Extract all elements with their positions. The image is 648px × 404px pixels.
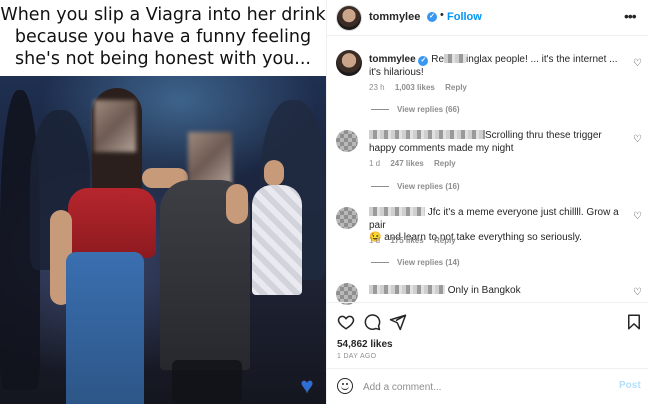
post-button[interactable]: Post — [619, 380, 641, 391]
blurred-face — [94, 100, 136, 152]
reply-button[interactable]: Reply — [445, 83, 467, 92]
censored-text — [444, 54, 467, 63]
reply-button[interactable]: Reply — [434, 159, 456, 168]
post-header: tommylee ✓ • Follow ••• — [327, 0, 648, 36]
heart-icon[interactable] — [337, 313, 355, 331]
add-comment-bar: Post — [327, 368, 648, 404]
separator-dot: • — [440, 9, 444, 21]
trousers — [172, 360, 242, 404]
comment-text: tommylee ✓ Re inglax people! ... it's the… — [369, 54, 619, 79]
comment-input[interactable] — [363, 378, 603, 396]
view-replies-button[interactable]: View replies (14) — [371, 258, 460, 267]
meme-line: because you have a funny feeling — [14, 27, 312, 47]
view-replies-button[interactable]: View replies (16) — [371, 182, 460, 191]
like-comment-heart-icon[interactable]: ♡ — [633, 58, 642, 69]
comment-text: Only in Bangkok — [369, 285, 619, 298]
heart-badge-icon: ♥ — [300, 373, 314, 398]
comment-time[interactable]: 1 d — [369, 236, 380, 245]
comment-body: Only in Bangkok — [447, 285, 521, 296]
censored-username — [369, 130, 485, 139]
more-options-icon[interactable]: ••• — [624, 8, 637, 24]
comment-username[interactable]: tommylee — [369, 54, 416, 65]
comment-time[interactable]: 23 h — [369, 83, 385, 92]
post-details-panel: tommylee ✓ • Follow ••• tommylee ✓ Re ing… — [326, 0, 648, 404]
blurred-face — [188, 132, 232, 184]
like-comment-heart-icon[interactable]: ♡ — [633, 287, 642, 298]
comment-meta: 23 h 1,003 likes Reply — [369, 83, 475, 92]
censored-username — [369, 285, 445, 294]
meme-line: she's not being honest with you... — [15, 49, 311, 69]
post-image[interactable]: When you slip a Viagra into her drink be… — [0, 0, 326, 404]
post-age[interactable]: 1 DAY AGO — [337, 353, 376, 360]
view-replies-button[interactable]: View replies (66) — [371, 105, 460, 114]
avatar[interactable] — [336, 5, 362, 31]
follow-button[interactable]: Follow — [447, 11, 482, 23]
meme-line: When you slip a Viagra into her drink — [0, 5, 326, 25]
comment-meta: 1 d 247 likes Reply — [369, 159, 464, 168]
verified-icon: ✓ — [427, 12, 437, 22]
censored-username — [369, 207, 425, 216]
like-comment-heart-icon[interactable]: ♡ — [633, 134, 642, 145]
red-top — [68, 188, 156, 258]
header-username[interactable]: tommylee — [369, 11, 420, 23]
action-bar: 54,862 likes 1 DAY AGO — [327, 302, 648, 378]
patterned-shirt — [252, 185, 302, 295]
comment-text: Scrolling thru these trigger happy comme… — [369, 130, 619, 155]
post-likes-count[interactable]: 54,862 likes — [337, 339, 393, 350]
like-comment-heart-icon[interactable]: ♡ — [633, 211, 642, 222]
verified-icon: ✓ — [418, 56, 429, 66]
emoji-icon[interactable] — [337, 378, 353, 394]
share-icon[interactable] — [389, 313, 407, 331]
reply-button[interactable]: Reply — [434, 236, 456, 245]
avatar[interactable] — [336, 130, 358, 152]
avatar[interactable] — [336, 50, 362, 76]
save-icon[interactable] — [625, 313, 643, 331]
comment-time[interactable]: 1 d — [369, 159, 380, 168]
hand — [226, 184, 248, 224]
comment-likes[interactable]: 175 likes — [390, 236, 423, 245]
comment-meta: 1 d 175 likes Reply — [369, 236, 464, 245]
meme-caption: When you slip a Viagra into her drink be… — [0, 0, 326, 76]
avatar[interactable] — [336, 207, 358, 229]
comment-body: Re — [431, 54, 445, 65]
comment-likes[interactable]: 1,003 likes — [395, 83, 435, 92]
comment-icon[interactable] — [363, 313, 381, 331]
face — [264, 160, 284, 186]
comment-likes[interactable]: 247 likes — [390, 159, 423, 168]
jeans — [66, 252, 144, 404]
